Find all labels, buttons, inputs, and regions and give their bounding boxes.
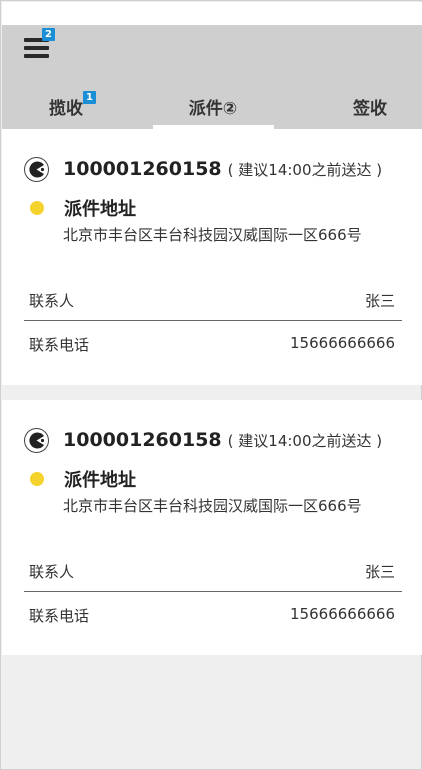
tab-dispatch[interactable]: 派件② — [153, 89, 273, 129]
menu-badge: 2 — [42, 28, 55, 41]
address-dot-icon — [30, 472, 44, 486]
address-text: 北京市丰台区丰台科技园汉威国际一区666号 — [63, 226, 362, 244]
contact-label: 联系人 — [29, 563, 75, 581]
contact-row: 联系人 张三 — [24, 290, 402, 310]
delivery-card[interactable]: 100001260158 ( 建议14:00之前送达 ) 派件地址 北京市丰台区… — [2, 400, 422, 655]
tab-bar: 揽收 1 派件② 签收 — [2, 89, 422, 129]
address-text: 北京市丰台区丰台科技园汉威国际一区666号 — [63, 497, 362, 515]
courier-logo-icon — [24, 156, 49, 182]
tracking-number: 100001260158 — [63, 158, 222, 180]
tracking-row: 100001260158 ( 建议14:00之前送达 ) — [24, 155, 404, 183]
phone-value[interactable]: 15666666666 — [290, 334, 395, 352]
hamburger-icon-bar — [24, 46, 49, 50]
tab-collect-badge: 1 — [83, 91, 96, 104]
tracking-number: 100001260158 — [63, 429, 222, 451]
delivery-hint: ( 建议14:00之前送达 ) — [227, 431, 383, 450]
menu-button[interactable]: 2 — [24, 28, 55, 62]
tab-sign[interactable]: 签收 — [310, 89, 422, 129]
address-title-row: 派件地址 — [30, 195, 136, 221]
tracking-row: 100001260158 ( 建议14:00之前送达 ) — [24, 426, 404, 454]
contact-value: 张三 — [364, 563, 395, 581]
phone-row: 联系电话 15666666666 — [24, 605, 402, 625]
divider — [24, 320, 402, 321]
tab-collect[interactable]: 揽收 1 — [6, 89, 126, 129]
phone-row: 联系电话 15666666666 — [24, 334, 402, 354]
address-title: 派件地址 — [64, 470, 136, 491]
address-title-row: 派件地址 — [30, 466, 136, 492]
contact-row: 联系人 张三 — [24, 561, 402, 581]
address-dot-icon — [30, 201, 44, 215]
tab-collect-label: 揽收 — [49, 99, 83, 119]
contact-value: 张三 — [364, 292, 395, 310]
contact-label: 联系人 — [29, 292, 75, 310]
header: 2 揽收 1 派件② 签收 — [2, 25, 422, 129]
phone-value[interactable]: 15666666666 — [290, 605, 395, 623]
courier-logo-icon — [24, 427, 49, 453]
hamburger-icon-bar — [24, 54, 49, 58]
divider — [24, 591, 402, 592]
tab-sign-label: 签收 — [353, 99, 387, 119]
status-area — [2, 2, 422, 25]
phone-label: 联系电话 — [29, 336, 90, 354]
delivery-card[interactable]: 100001260158 ( 建议14:00之前送达 ) 派件地址 北京市丰台区… — [2, 129, 422, 385]
tab-dispatch-label: 派件② — [188, 99, 238, 119]
address-title: 派件地址 — [64, 199, 136, 220]
phone-label: 联系电话 — [29, 607, 90, 625]
app-frame: 2 揽收 1 派件② 签收 100001260158 (建议14:00之前送达… — [0, 0, 422, 770]
delivery-hint: ( 建议14:00之前送达 ) — [227, 160, 383, 179]
